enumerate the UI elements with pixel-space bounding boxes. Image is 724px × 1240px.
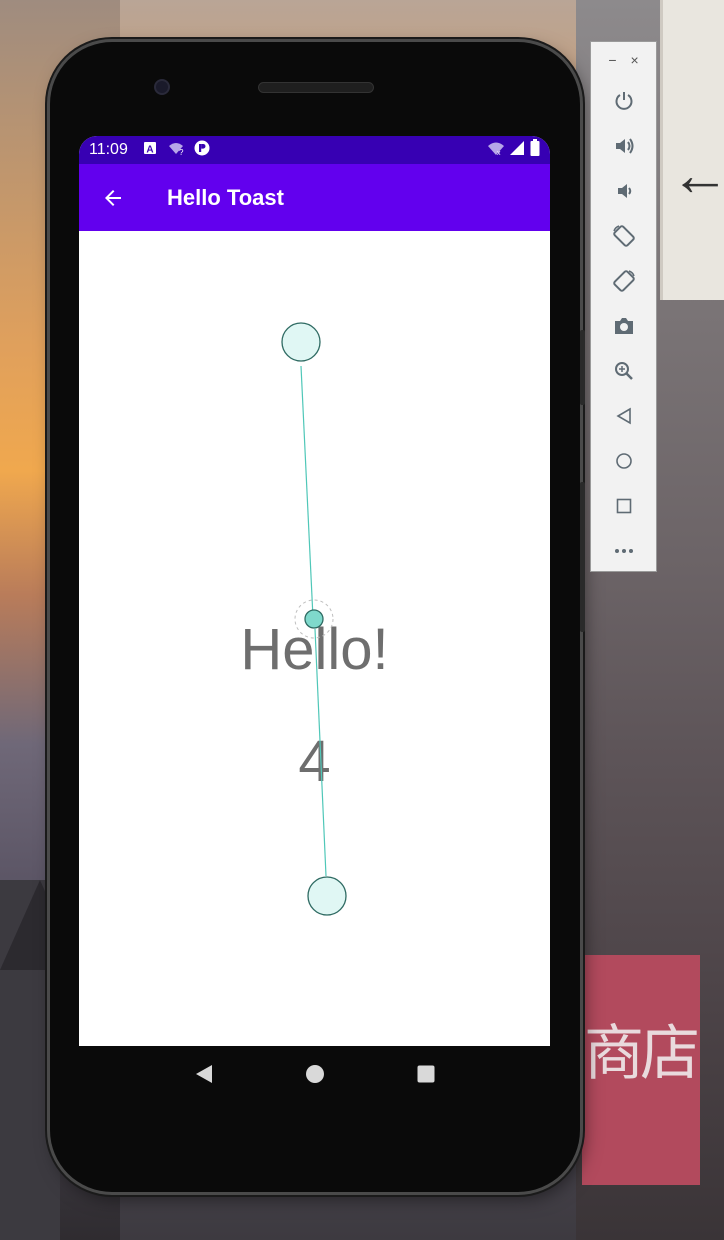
status-bar: 11:09 A ? x [79,136,550,164]
background-shop-sign-text: 商店 [584,1019,700,1089]
rotate-left-icon [612,224,635,247]
overview-nav-button[interactable] [591,483,656,528]
volume-down-icon [617,183,631,198]
main-content: Hello! 4 [79,231,550,1046]
home-circle-icon[interactable] [305,1064,325,1089]
power-button[interactable] [591,78,656,123]
rotate-right-button[interactable] [591,258,656,303]
home-icon [615,452,632,469]
signal-icon [509,140,525,161]
volume-down-button[interactable] [591,168,656,213]
touch-point-top [281,322,321,362]
close-button[interactable]: × [631,52,639,68]
touch-center-point [304,609,324,629]
svg-text:x: x [497,150,501,156]
gesture-line-bottom [314,628,327,877]
earpiece-speaker [258,82,374,93]
front-camera [154,79,170,95]
back-nav-button[interactable] [591,393,656,438]
home-nav-button[interactable] [591,438,656,483]
more-button[interactable] [591,528,656,573]
overview-icon [616,498,631,513]
navigation-bar [79,1046,550,1106]
app-bar: Hello Toast [79,164,550,231]
back-icon [615,407,631,424]
more-icon [614,548,633,553]
camera-icon [614,317,633,334]
power-icon [615,91,632,110]
volume-up-button[interactable] [591,123,656,168]
back-triangle-icon[interactable] [195,1064,213,1089]
app-title: Hello Toast [167,184,284,210]
phone-volume-button[interactable] [580,482,585,632]
zoom-button[interactable] [591,348,656,393]
gesture-line-top [300,365,314,619]
rotate-right-icon [612,269,635,292]
wifi-off-icon: x [488,140,504,161]
touch-point-bottom [307,876,347,916]
wifi-question-icon: ? [168,140,184,161]
svg-text:?: ? [179,148,184,156]
battery-icon [530,139,540,161]
recents-square-icon[interactable] [417,1065,435,1088]
rotate-left-button[interactable] [591,213,656,258]
minimize-button[interactable]: − [608,52,616,68]
zoom-icon [614,361,633,380]
background-sign-arrow: ← [670,141,724,208]
back-button[interactable] [81,164,145,231]
circle-p-icon [194,140,210,161]
phone-power-button[interactable] [580,330,585,405]
a-box-icon: A [142,140,158,161]
emulator-toolbar: − × [590,41,657,572]
status-time: 11:09 [89,141,128,158]
svg-text:A: A [146,144,153,155]
touch-gesture-overlay [281,322,347,916]
volume-up-icon [615,137,633,154]
screenshot-button[interactable] [591,303,656,348]
arrow-left-icon [105,189,121,206]
phone-screen: 11:09 A ? x Hello Toast Hello! 4 [79,136,550,1046]
